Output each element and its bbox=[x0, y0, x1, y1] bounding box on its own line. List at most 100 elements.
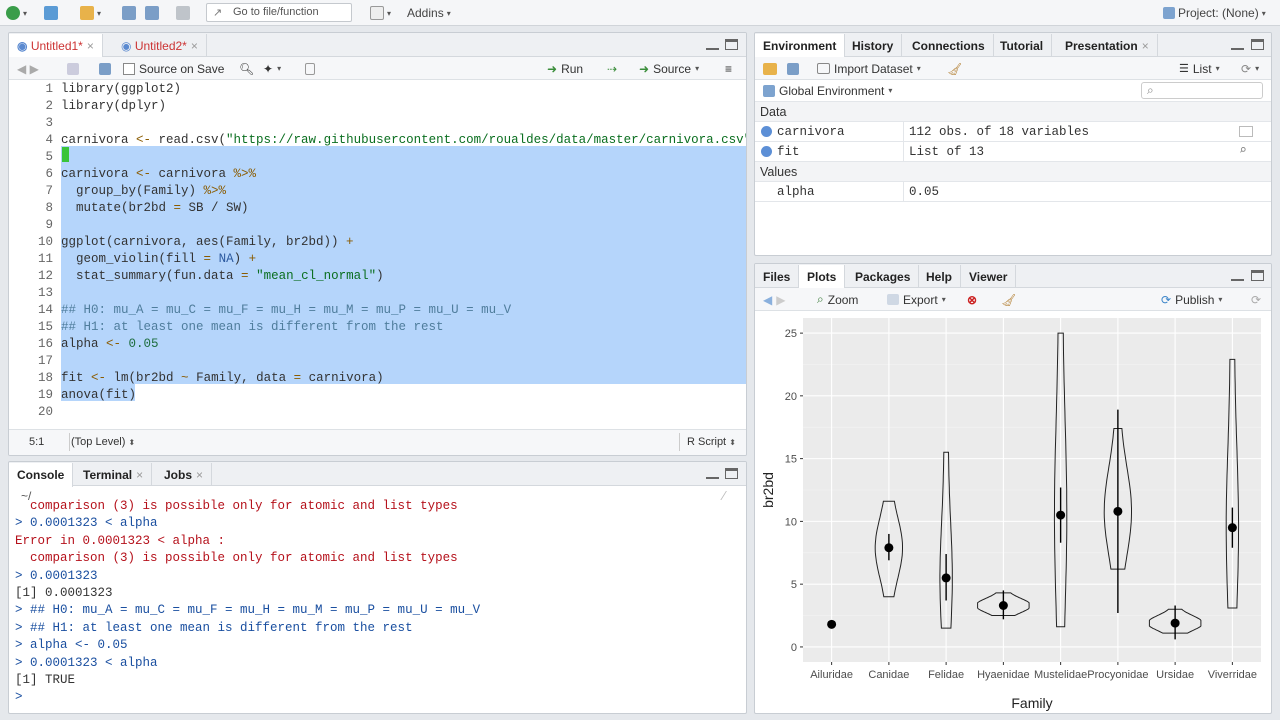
code-line[interactable]: ## H1: at least one mean is different fr… bbox=[61, 319, 746, 336]
code-line[interactable] bbox=[61, 217, 746, 234]
tab-plots[interactable]: Plots bbox=[799, 265, 846, 289]
console-output[interactable]: comparison (3) is possible only for atom… bbox=[15, 498, 742, 713]
code-line[interactable] bbox=[61, 115, 746, 132]
code-line[interactable]: alpha <- 0.05 bbox=[61, 336, 746, 353]
y-tick-label: 25 bbox=[785, 328, 797, 340]
import-dataset-button[interactable]: Import Dataset ▾ bbox=[817, 60, 921, 77]
environment-search-input[interactable]: ⌕ bbox=[1141, 82, 1263, 99]
tab-untitled1[interactable]: ◉ Untitled1* × bbox=[9, 34, 103, 58]
new-file-button[interactable]: ▾ bbox=[6, 4, 27, 22]
close-icon[interactable]: × bbox=[136, 468, 143, 482]
expand-icon[interactable] bbox=[761, 126, 772, 137]
grid-layout-button[interactable]: ▾ bbox=[370, 4, 391, 22]
maximize-icon[interactable] bbox=[725, 39, 738, 50]
rerun-icon[interactable]: ⇢ bbox=[607, 60, 617, 77]
minimize-icon[interactable] bbox=[706, 39, 719, 50]
magic-wand-icon[interactable]: ✦ ▾ bbox=[263, 60, 281, 77]
expand-icon[interactable] bbox=[761, 146, 772, 157]
tab-files[interactable]: Files bbox=[755, 265, 800, 288]
code-line[interactable]: library(dplyr) bbox=[61, 98, 746, 115]
search-icon[interactable]: 🔍︎ bbox=[239, 60, 254, 77]
code-line[interactable]: carnivora <- carnivora %>% bbox=[61, 166, 746, 183]
code-line[interactable] bbox=[61, 285, 746, 302]
tab-help[interactable]: Help bbox=[918, 265, 962, 288]
code-area[interactable]: library(ggplot2) library(dplyr) carnivora … bbox=[61, 81, 746, 429]
zoom-button[interactable]: ⌕ Zoom bbox=[817, 291, 858, 308]
run-button[interactable]: ➜ Run bbox=[547, 60, 583, 77]
tab-viewer[interactable]: Viewer bbox=[961, 265, 1017, 288]
project-menu[interactable]: Project: (None) ▾ bbox=[1163, 4, 1266, 22]
y-tick-label: 15 bbox=[785, 454, 797, 466]
save-button[interactable] bbox=[122, 4, 136, 22]
file-type-menu[interactable]: R Script ⬍ bbox=[687, 436, 736, 448]
minimize-icon[interactable] bbox=[1231, 39, 1244, 50]
outline-icon[interactable]: ≡ bbox=[725, 60, 732, 77]
tab-tutorial[interactable]: Tutorial bbox=[992, 34, 1053, 57]
show-in-window-icon[interactable] bbox=[67, 60, 79, 77]
clear-plots-icon[interactable]: 🧹︎ bbox=[1001, 291, 1016, 308]
close-icon[interactable]: × bbox=[1142, 39, 1149, 53]
code-line[interactable]: ggplot(carnivora, aes(Family, br2bd)) + bbox=[61, 234, 746, 251]
code-line[interactable]: group_by(Family) %>% bbox=[61, 183, 746, 200]
publish-button[interactable]: ⟳ Publish ▾ bbox=[1161, 291, 1222, 308]
remove-plot-icon[interactable]: ⊗ bbox=[967, 291, 977, 308]
export-button[interactable]: Export ▾ bbox=[887, 291, 946, 308]
code-line[interactable] bbox=[61, 404, 746, 421]
tab-jobs[interactable]: Jobs × bbox=[156, 463, 213, 486]
view-table-icon[interactable] bbox=[1239, 126, 1253, 137]
save-all-button[interactable] bbox=[145, 4, 159, 22]
scope-menu[interactable]: (Top Level) ⬍ bbox=[71, 436, 135, 448]
source-on-save-checkbox[interactable]: Source on Save bbox=[123, 60, 224, 77]
code-line[interactable]: anova(fit) bbox=[61, 387, 746, 404]
maximize-icon[interactable] bbox=[1251, 39, 1264, 50]
console-panel: Console Terminal × Jobs × ~/ ⁄ comparison … bbox=[8, 461, 747, 714]
broom-icon[interactable]: 🧹︎ bbox=[947, 60, 962, 77]
tab-terminal[interactable]: Terminal × bbox=[75, 463, 153, 486]
magnify-icon[interactable]: ⌕ bbox=[1239, 143, 1247, 158]
open-workspace-icon[interactable] bbox=[763, 60, 777, 77]
code-line[interactable] bbox=[61, 353, 746, 370]
tab-untitled2[interactable]: ◉ Untitled2* × bbox=[113, 34, 207, 57]
divider bbox=[903, 142, 904, 162]
env-row-carnivora[interactable]: carnivora 112 obs. of 18 variables bbox=[755, 122, 1271, 142]
list-view-menu[interactable]: ☰ List ▾ bbox=[1179, 60, 1220, 77]
addins-menu[interactable]: Addins ▾ bbox=[407, 4, 451, 22]
tab-presentation[interactable]: Presentation × bbox=[1057, 34, 1158, 57]
code-line[interactable]: fit <- lm(br2bd ~ Family, data = carnivo… bbox=[61, 370, 746, 387]
compile-report-icon[interactable] bbox=[305, 60, 315, 77]
code-line[interactable]: mutate(br2bd = SB / SW) bbox=[61, 200, 746, 217]
source-button[interactable]: ➜ Source ▾ bbox=[639, 60, 699, 77]
code-line[interactable]: stat_summary(fun.data = "mean_cl_normal"… bbox=[61, 268, 746, 285]
print-button[interactable] bbox=[176, 4, 190, 22]
tab-connections[interactable]: Connections bbox=[904, 34, 994, 57]
maximize-icon[interactable] bbox=[1251, 270, 1264, 281]
code-line[interactable]: geom_violin(fill = NA) + bbox=[61, 251, 746, 268]
tab-console[interactable]: Console bbox=[9, 463, 74, 487]
refresh-icon[interactable]: ⟳ ▾ bbox=[1241, 60, 1259, 77]
save-workspace-icon[interactable] bbox=[787, 60, 799, 77]
new-project-button[interactable] bbox=[44, 4, 58, 22]
tab-packages[interactable]: Packages bbox=[847, 265, 920, 288]
minimize-icon[interactable] bbox=[1231, 270, 1244, 281]
close-icon[interactable]: × bbox=[87, 39, 94, 53]
maximize-icon[interactable] bbox=[725, 468, 738, 479]
goto-file-input[interactable]: Go to file/function bbox=[206, 3, 352, 22]
global-environment-menu[interactable]: Global Environment ▾ bbox=[763, 82, 892, 99]
code-line[interactable] bbox=[61, 149, 746, 166]
code-line[interactable]: carnivora <- read.csv("https://raw.githu… bbox=[61, 132, 746, 149]
minimize-icon[interactable] bbox=[706, 468, 719, 479]
save-file-icon[interactable] bbox=[99, 60, 111, 77]
close-icon[interactable]: × bbox=[191, 39, 198, 53]
tab-history[interactable]: History bbox=[844, 34, 903, 57]
code-line[interactable]: library(ggplot2) bbox=[61, 81, 746, 98]
refresh-icon[interactable]: ⟳ bbox=[1251, 291, 1261, 308]
code-line[interactable]: ## H0: mu_A = mu_C = mu_F = mu_H = mu_M … bbox=[61, 302, 746, 319]
back-icon[interactable]: ◀ ▶ bbox=[17, 60, 39, 77]
tab-environment[interactable]: Environment bbox=[755, 34, 846, 58]
env-row-fit[interactable]: fit List of 13 ⌕ bbox=[755, 142, 1271, 162]
close-icon[interactable]: × bbox=[196, 468, 203, 482]
open-file-button[interactable]: ▾ bbox=[80, 4, 101, 22]
env-row-alpha[interactable]: alpha 0.05 bbox=[755, 182, 1271, 202]
mean-point-felidae bbox=[941, 573, 951, 583]
prev-plot-icon[interactable]: ◀ ▶ bbox=[763, 291, 785, 308]
